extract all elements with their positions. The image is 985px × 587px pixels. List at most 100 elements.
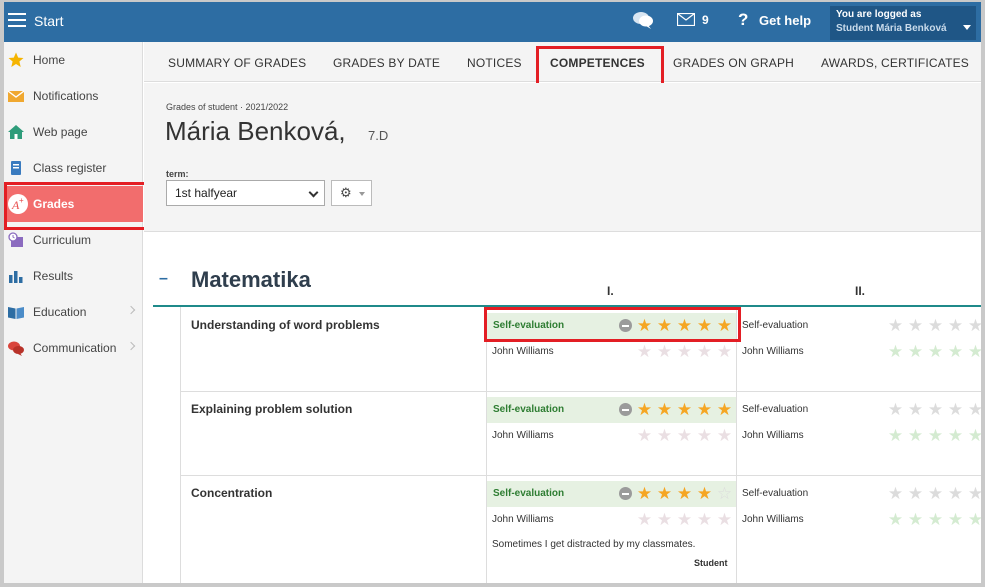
- collapse-toggle[interactable]: –: [159, 270, 168, 288]
- star-icon[interactable]: ☆: [716, 485, 733, 502]
- term-select[interactable]: 1st halfyear: [166, 180, 325, 206]
- teacher-name: John Williams: [742, 346, 804, 357]
- table-divider: [736, 307, 737, 583]
- bar-chart-icon: [9, 271, 23, 283]
- term-select-value: 1st halfyear: [175, 186, 238, 200]
- hamburger-icon[interactable]: [8, 13, 26, 29]
- star-icon[interactable]: ★: [716, 401, 733, 418]
- star-icon: ★: [967, 316, 984, 335]
- teacher-name: John Williams: [492, 346, 554, 357]
- sidebar-item-communication[interactable]: Communication: [4, 330, 143, 366]
- star-icon[interactable]: ★: [656, 317, 673, 334]
- tab-grades-by-date[interactable]: GRADES BY DATE: [333, 56, 440, 70]
- star-icon: ★: [967, 510, 984, 529]
- self-evaluation-label: Self-evaluation: [493, 404, 565, 415]
- sidebar-item-class-register[interactable]: Class register: [4, 150, 143, 186]
- svg-text:+: +: [19, 196, 24, 205]
- sidebar-item-label: Curriculum: [33, 233, 92, 247]
- star-icon: ★: [927, 510, 944, 529]
- app-title[interactable]: Start: [34, 13, 64, 29]
- star-icon[interactable]: ★: [696, 485, 713, 502]
- table-divider: [486, 307, 487, 583]
- sidebar-item-notifications[interactable]: Notifications: [4, 78, 143, 114]
- tab-awards-certificates[interactable]: AWARDS, CERTIFICATES: [821, 56, 969, 70]
- mail-icon[interactable]: [677, 13, 695, 26]
- sidebar-item-label: Notifications: [33, 89, 99, 103]
- star-icon[interactable]: ★: [676, 485, 693, 502]
- caret-down-icon: [359, 192, 365, 196]
- teacher-rating-stars-p2: ★ ★ ★ ★ ★: [887, 510, 984, 529]
- user-menu[interactable]: You are logged as Student Mária Benková: [830, 6, 976, 40]
- self-rating-stars[interactable]: ★ ★ ★ ★ ☆: [636, 485, 733, 502]
- star-icon: ★: [907, 342, 924, 361]
- star-icon: ★: [656, 342, 673, 361]
- teacher-rating-stars: ★ ★ ★ ★ ★: [636, 511, 733, 528]
- period-1-header: I.: [607, 284, 614, 298]
- sidebar: Home Notifications Web page Class regist…: [4, 42, 143, 583]
- star-icon: ★: [887, 426, 904, 445]
- tab-notices[interactable]: NOTICES: [467, 56, 522, 70]
- table-divider: [180, 475, 981, 476]
- star-icon: ★: [887, 316, 904, 335]
- self-rating-stars[interactable]: ★ ★ ★ ★ ★: [636, 401, 733, 418]
- get-help-link[interactable]: Get help: [759, 13, 811, 28]
- tab-bar: SUMMARY OF GRADES GRADES BY DATE NOTICES…: [144, 42, 981, 82]
- star-icon: ★: [927, 316, 944, 335]
- grade-icon: A +: [8, 194, 28, 214]
- note-author: Student: [694, 558, 728, 568]
- clear-rating-icon[interactable]: [619, 319, 632, 332]
- star-icon[interactable]: ★: [696, 317, 713, 334]
- star-icon[interactable]: ★: [636, 401, 653, 418]
- star-icon: ★: [947, 400, 964, 419]
- sidebar-item-results[interactable]: Results: [4, 258, 143, 294]
- teacher-rating-stars: ★ ★ ★ ★ ★: [636, 427, 733, 444]
- self-evaluation-label: Self-evaluation: [742, 404, 809, 415]
- clear-rating-icon[interactable]: [619, 487, 632, 500]
- tab-competences[interactable]: COMPETENCES: [550, 56, 645, 70]
- star-icon: ★: [947, 426, 964, 445]
- tab-summary-of-grades[interactable]: SUMMARY OF GRADES: [168, 56, 306, 70]
- teacher-name: John Williams: [492, 514, 554, 525]
- self-rating-stars[interactable]: ★ ★ ★ ★ ★: [636, 317, 733, 334]
- star-icon: ★: [716, 426, 733, 445]
- star-icon[interactable]: ★: [636, 485, 653, 502]
- star-icon[interactable]: ★: [676, 401, 693, 418]
- student-note: Sometimes I get distracted by my classma…: [492, 539, 696, 550]
- table-divider: [180, 391, 981, 392]
- star-icon[interactable]: ★: [656, 401, 673, 418]
- star-icon: ★: [887, 484, 904, 503]
- star-icon: ★: [636, 426, 653, 445]
- settings-dropdown-button[interactable]: ⚙: [331, 180, 372, 206]
- star-icon: ★: [656, 510, 673, 529]
- sidebar-item-education[interactable]: Education: [4, 294, 143, 330]
- clear-rating-icon[interactable]: [619, 403, 632, 416]
- sidebar-item-web-page[interactable]: Web page: [4, 114, 143, 150]
- chevron-down-icon: [308, 187, 319, 198]
- star-icon: ★: [676, 426, 693, 445]
- chevron-right-icon: [126, 305, 136, 315]
- self-evaluation-label: Self-evaluation: [493, 320, 565, 331]
- sidebar-item-label: Communication: [33, 341, 117, 355]
- competence-name: Explaining problem solution: [191, 402, 353, 416]
- tab-grades-on-graph[interactable]: GRADES ON GRAPH: [673, 56, 794, 70]
- student-name: Mária Benková,: [165, 116, 346, 146]
- sidebar-item-home[interactable]: Home: [4, 42, 143, 78]
- star-icon: ★: [656, 426, 673, 445]
- self-evaluation-label: Self-evaluation: [742, 320, 809, 331]
- chat-bubbles-icon[interactable]: [632, 10, 654, 30]
- period-2-header: II.: [855, 284, 866, 298]
- chevron-down-icon[interactable]: [963, 25, 971, 30]
- question-icon[interactable]: ?: [738, 10, 748, 30]
- mail-count-badge[interactable]: 9: [702, 13, 709, 27]
- star-icon[interactable]: ★: [656, 485, 673, 502]
- sidebar-item-grades[interactable]: A + Grades: [4, 186, 143, 222]
- star-icon: ★: [947, 510, 964, 529]
- star-icon[interactable]: ★: [676, 317, 693, 334]
- star-icon[interactable]: ★: [636, 317, 653, 334]
- star-icon[interactable]: ★: [696, 401, 713, 418]
- star-icon: ★: [947, 316, 964, 335]
- sidebar-item-label: Class register: [33, 161, 107, 175]
- sidebar-item-curriculum[interactable]: Curriculum: [4, 222, 143, 258]
- star-icon: ★: [967, 484, 984, 503]
- star-icon[interactable]: ★: [716, 317, 733, 334]
